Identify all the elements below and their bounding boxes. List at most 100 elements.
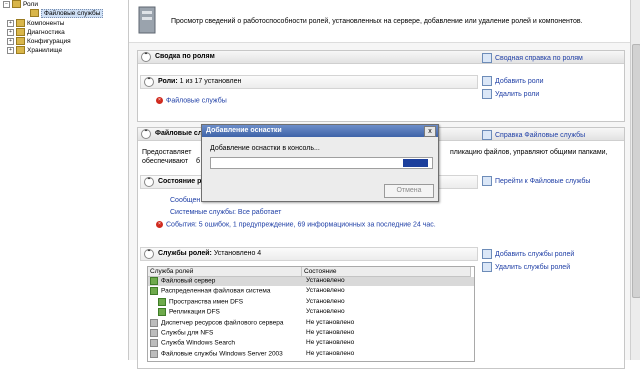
roles-summary-help-link[interactable]: Сводная справка по ролям [482,53,583,63]
progress-bar [210,157,433,169]
diagnostics-icon [16,28,25,37]
server-icon [138,6,156,34]
navigate-icon [482,176,492,186]
role-service-label: Распределенная файловая система [161,288,271,296]
roles-subheader: ⌃ Роли: 1 из 17 установлен [140,75,478,89]
tree-item-file-services[interactable]: Файловые службы [30,9,104,18]
close-icon[interactable]: x [424,126,436,137]
role-service-name: Службы для NFS [150,329,213,338]
role-service-name: Файловые службы Windows Server 2003 [150,349,283,359]
roles-icon [12,0,21,9]
table-row[interactable]: Службы для NFS Не установлено [148,329,474,338]
goto-file-services-link[interactable]: Перейти к Файловые службы [482,176,590,186]
collapse-icon[interactable]: ⌃ [141,52,151,62]
scrollbar-thumb[interactable] [632,44,640,298]
table-row[interactable]: Диспетчер ресурсов файлового сервера Не у… [148,318,474,328]
add-roles-link[interactable]: Добавить роли [482,76,544,86]
vertical-scrollbar[interactable] [630,0,640,360]
help-icon [482,130,492,140]
file-services-help-link[interactable]: Справка Файловые службы [482,130,585,140]
role-service-label: Репликация DFS [169,308,220,316]
file-services-description-1: Предоставляет [142,149,192,156]
role-services-table[interactable]: Служба ролей Состояние Файловый сервер Ус… [147,266,475,362]
column-header-role-service[interactable]: Служба ролей [148,267,302,277]
collapse-icon[interactable]: ⌃ [144,77,154,87]
expand-storage-toggle[interactable]: + [7,47,14,54]
column-header-status[interactable]: Состояние [302,267,471,277]
table-row[interactable]: Репликация DFS Установлено [148,308,474,317]
role-service-status: Установлено [306,297,345,305]
role-service-status: Установлено [306,308,345,316]
error-icon: × [156,221,163,228]
table-row[interactable]: Файловые службы Windows Server 2003 Не ус… [148,349,474,359]
role-service-status: Установлено [306,287,345,295]
expand-configuration-toggle[interactable]: + [7,38,14,45]
roles-summary-panel: ⌃ Сводка по ролям Сводная справка по роля… [137,50,625,122]
collapse-icon[interactable]: ⌃ [144,249,154,259]
not-installed-icon [150,318,158,327]
role-service-label: Служба Windows Search [161,340,235,348]
role-service-status: Не установлено [306,349,355,357]
remove-roles-link[interactable]: Удалить роли [482,89,539,99]
storage-icon [16,46,25,55]
role-service-status: Не установлено [306,329,355,336]
table-row[interactable]: Распределенная файловая система Установле… [148,287,474,296]
role-service-name: Пространства имен DFS [158,297,244,307]
remove-roles-icon [482,89,492,99]
tree-item-features[interactable]: Компоненты [16,19,64,28]
cancel-button[interactable]: Отмена [384,184,434,198]
remove-role-services-link[interactable]: Удалить службы ролей [482,262,570,272]
not-installed-icon [150,349,158,358]
role-service-label: Файловый сервер [161,277,216,285]
role-service-label: Диспетчер ресурсов файлового сервера [161,319,284,327]
expand-roles-toggle[interactable]: − [3,1,10,8]
progress-bar-fill [403,159,428,167]
system-services-link[interactable]: Системные службы: Все работает [170,209,281,216]
role-service-name: Репликация DFS [158,308,220,317]
expand-diagnostics-toggle[interactable]: + [7,29,14,36]
role-service-label: Службы для NFS [161,329,214,337]
table-row[interactable]: Служба Windows Search Не установлено [148,339,474,348]
expand-features-toggle[interactable]: + [7,20,14,27]
role-item-file-services[interactable]: × Файловые службы [156,97,227,104]
tree-item-configuration[interactable]: Конфигурация [16,37,71,46]
tree-item-storage[interactable]: Хранилище [16,46,62,55]
add-role-services-icon [482,249,492,259]
role-service-status: Не установлено [306,318,355,326]
features-icon [16,19,25,28]
table-row[interactable]: Файловый сервер Установлено [148,277,474,286]
error-icon: × [156,97,163,104]
role-services-subheader: ⌃ Службы ролей: Установлено 4 [140,247,478,261]
configuration-icon [16,37,25,46]
file-services-description-2: обеспечивают [142,158,189,165]
table-row[interactable]: Пространства имен DFS Установлено [148,297,474,307]
events-link[interactable]: × События: 5 ошибок, 1 предупреждение, 69… [156,221,436,228]
page-header: Просмотр сведений о работоспособности ро… [129,0,630,43]
role-service-name: Распределенная файловая система [150,287,270,296]
page-description: Просмотр сведений о работоспособности ро… [171,18,583,25]
not-installed-icon [150,339,158,348]
add-role-services-link[interactable]: Добавить службы ролей [482,249,574,259]
role-service-name: Диспетчер ресурсов файлового сервера [150,318,284,328]
installed-icon [158,297,166,306]
not-installed-icon [150,329,158,337]
add-snapin-dialog: Добавление оснастки x Добавление оснастк… [201,124,439,202]
dialog-message: Добавление оснастки в консоль... [210,145,320,152]
tree-item-diagnostics[interactable]: Диагностика [16,28,65,37]
help-icon [482,53,492,63]
role-service-name: Служба Windows Search [150,339,235,348]
role-service-name: Файловый сервер [150,277,215,286]
console-tree: − Роли Файловые службы + Компоненты + Ди… [0,0,129,360]
role-service-status: Не установлено [306,339,355,347]
dialog-title: Добавление оснастки [202,125,438,137]
collapse-icon[interactable]: ⌃ [141,129,151,139]
file-services-description-2-tail: б [196,158,201,165]
role-service-label: Пространства имен DFS [169,298,244,306]
file-services-description-1-tail: пликацию файлов, управляют общими папкам… [450,149,608,156]
messages-link[interactable]: Сообщен [170,197,200,204]
folder-icon [30,9,39,18]
tree-item-roles[interactable]: Роли [12,0,38,9]
add-roles-icon [482,76,492,86]
collapse-icon[interactable]: ⌃ [144,177,154,187]
role-service-status: Установлено [306,277,345,284]
